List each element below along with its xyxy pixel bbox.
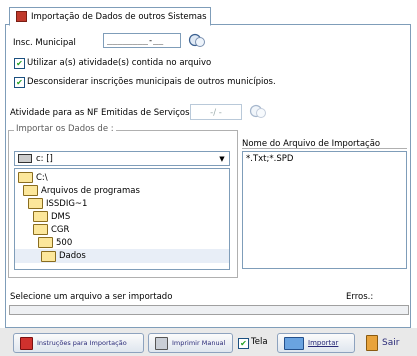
document-icon (16, 11, 27, 22)
progress-bar (9, 305, 409, 315)
tela-checkbox[interactable]: ✔ (238, 338, 249, 349)
open-folder-icon (18, 172, 33, 183)
drive-value: c: [] (36, 153, 53, 164)
sair-label: Sair (382, 338, 400, 348)
filename-divider (242, 148, 407, 149)
importar-button[interactable]: Importar (277, 333, 355, 353)
list-item[interactable]: 500 (38, 236, 72, 249)
atividade-input[interactable]: -/ - (190, 104, 242, 120)
imprimir-button[interactable]: Imprimir Manual (148, 333, 233, 353)
file-filter-list[interactable]: *.Txt;*.SPD (242, 151, 407, 269)
open-folder-icon (41, 250, 56, 262)
drive-icon (18, 154, 32, 163)
dir-label: ISSDIG~1 (46, 198, 88, 209)
search-icon[interactable] (187, 33, 207, 49)
tab-label: Importação de Dados de outros Sistemas (31, 11, 207, 22)
dir-label: Dados (59, 251, 86, 261)
dir-label: 500 (56, 237, 73, 248)
dir-label: Arquivos de programas (41, 185, 140, 196)
instrucoes-button[interactable]: Instruções para Importação (13, 333, 144, 353)
open-folder-icon (38, 237, 53, 248)
dir-label: CGR (51, 224, 70, 235)
desconsiderar-label: Desconsiderar inscrições municipais de o… (27, 77, 276, 87)
list-item[interactable]: C:\ (18, 171, 48, 184)
book-icon (20, 336, 33, 350)
utilizar-atividade-checkbox[interactable]: ✔ (14, 58, 25, 69)
list-item[interactable]: DMS (33, 210, 70, 223)
exit-door-icon (366, 335, 378, 351)
importar-label: Importar (308, 339, 339, 347)
directory-list[interactable]: C:\ Arquivos de programas ISSDIG~1 DMS C… (14, 168, 230, 270)
file-filter: *.Txt;*.SPD (246, 154, 294, 164)
list-item-selected[interactable]: Dados (15, 249, 229, 263)
drive-select[interactable]: c: [] ▼ (14, 151, 230, 166)
printer-icon (155, 336, 168, 350)
open-folder-icon (33, 211, 48, 222)
list-item[interactable]: Arquivos de programas (23, 184, 140, 197)
tab-importacao[interactable]: Importação de Dados de outros Sistemas (9, 7, 211, 26)
desconsiderar-checkbox[interactable]: ✔ (14, 77, 25, 88)
open-folder-icon (33, 224, 48, 235)
inscricao-label: Insc. Municipal (13, 38, 76, 48)
import-icon (284, 336, 304, 350)
dir-label: DMS (51, 211, 71, 222)
open-folder-icon (28, 198, 43, 209)
list-item[interactable]: CGR (33, 223, 69, 236)
utilizar-atividade-label: Utilizar a(s) atividade(s) contida no ar… (27, 58, 212, 68)
chevron-down-icon[interactable]: ▼ (215, 155, 229, 163)
imprimir-label: Imprimir Manual (172, 339, 226, 347)
sair-button[interactable]: Sair (359, 333, 407, 353)
atividade-label: Atividade para as NF Emitidas de Serviço… (10, 108, 190, 118)
open-folder-icon (23, 185, 38, 196)
import-group-title: Importar os Dados de : (14, 124, 116, 134)
status-message: Selecione um arquivo a ser importado (10, 292, 173, 302)
list-item[interactable]: ISSDIG~1 (28, 197, 87, 210)
instrucoes-label: Instruções para Importação (37, 339, 127, 347)
search-icon[interactable] (248, 104, 268, 120)
erros-label: Erros.: (346, 292, 374, 302)
tela-label: Tela (251, 337, 268, 347)
inscricao-input[interactable]: ________-__ (103, 33, 181, 48)
dir-label: C:\ (36, 172, 48, 183)
